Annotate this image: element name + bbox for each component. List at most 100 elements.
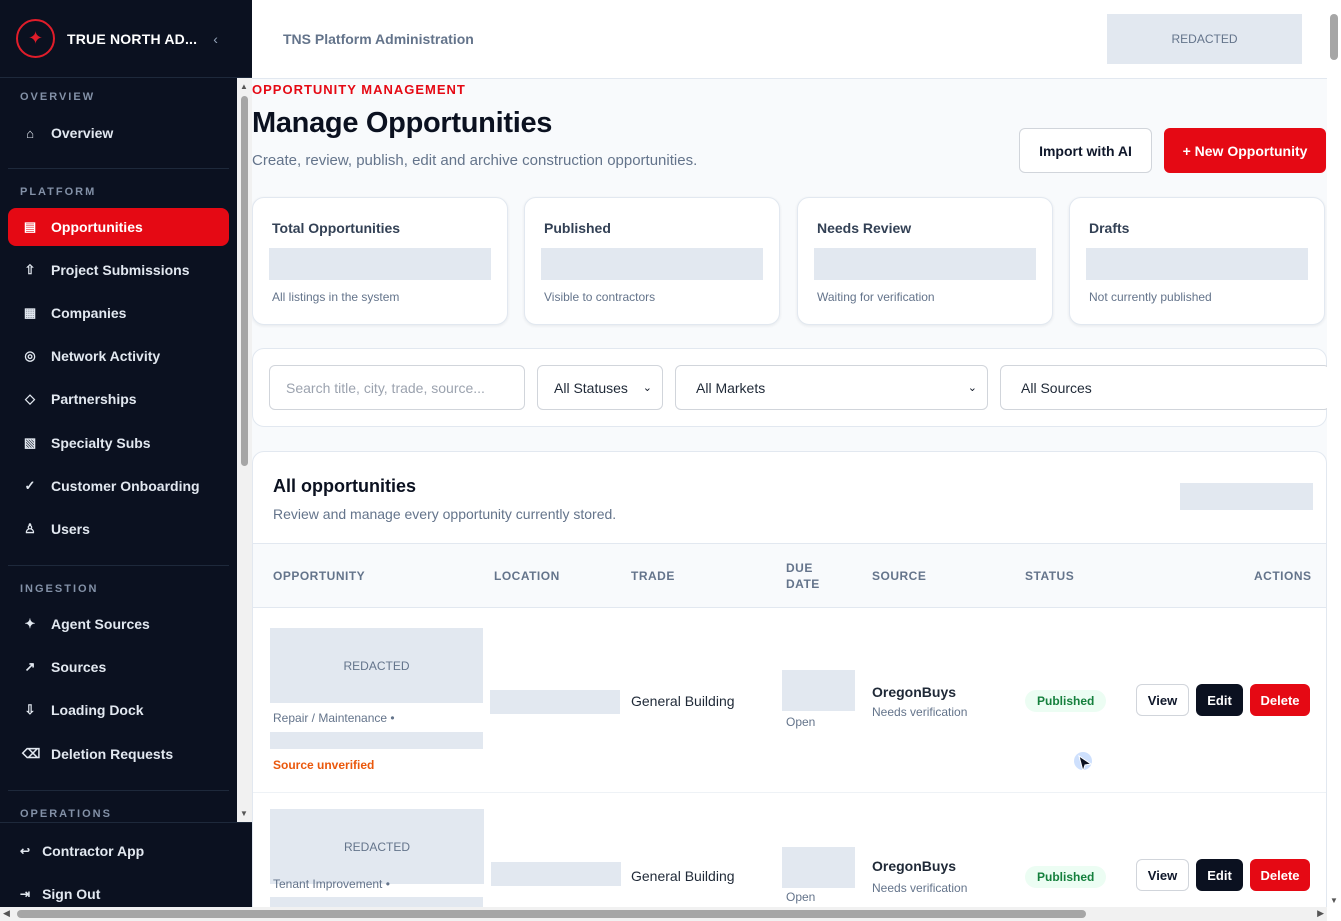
sidebar-item-label: Partnerships <box>51 391 137 407</box>
compass-logo-icon: ✦ <box>16 19 55 58</box>
scrollbar-thumb[interactable] <box>17 910 1086 918</box>
user-icon: ♙ <box>24 521 36 536</box>
stat-value-redacted <box>1086 248 1308 280</box>
source-note: Needs verification <box>872 705 968 719</box>
stat-hint: Visible to contractors <box>544 290 656 304</box>
sidebar-item-project-submissions[interactable]: ⇧ Project Submissions <box>8 251 229 289</box>
source-note: Needs verification <box>872 881 968 895</box>
divider <box>8 565 229 566</box>
sign-out-icon: ⇥ <box>20 887 31 901</box>
page-eyebrow: OPPORTUNITY MANAGEMENT <box>252 82 466 97</box>
section-platform: PLATFORM <box>20 186 97 198</box>
status-badge: Published <box>1025 866 1107 888</box>
diamond-icon: ◇ <box>25 391 35 406</box>
main-content: OPPORTUNITY MANAGEMENT Manage Opportunit… <box>252 79 1327 907</box>
sidebar-item-specialty-subs[interactable]: ▧ Specialty Subs <box>8 424 229 462</box>
sidebar-item-opportunities[interactable]: ▤ Opportunities <box>8 208 229 246</box>
sidebar-item-label: Project Submissions <box>51 262 190 278</box>
table-row[interactable]: REDACTED Tenant Improvement • General Bu… <box>253 793 1326 907</box>
sidebar-item-agent-sources[interactable]: ✦ Agent Sources <box>8 605 229 643</box>
scrollbar-thumb[interactable] <box>241 96 248 466</box>
table-title: All opportunities <box>273 476 416 496</box>
opportunity-title-redacted <box>270 732 483 749</box>
view-button[interactable]: View <box>1136 859 1189 891</box>
scroll-down-arrow-icon[interactable]: ▼ <box>1330 896 1338 905</box>
contractor-app-link[interactable]: ↩ Contractor App <box>20 843 144 859</box>
list-icon: ▤ <box>23 219 37 234</box>
sidebar-item-label: Sources <box>51 659 107 675</box>
sidebar: ✦ TRUE NORTH AD... ‹ OVERVIEW ⌂ Overview… <box>0 0 252 921</box>
sidebar-item-companies[interactable]: ▦ Companies <box>8 294 229 332</box>
view-button[interactable]: View <box>1136 684 1189 716</box>
opportunity-category: Tenant Improvement • <box>273 877 390 891</box>
market-select-value: All Markets <box>696 379 766 396</box>
col-source[interactable]: SOURCE <box>872 569 926 583</box>
sidebar-item-label: Agent Sources <box>51 616 150 632</box>
col-due-line-2[interactable]: DATE <box>786 577 820 591</box>
sidebar-item-label: Opportunities <box>51 219 143 235</box>
stat-card-published: Published Visible to contractors <box>524 197 780 325</box>
scroll-left-arrow-icon[interactable]: ◀ <box>3 908 10 919</box>
stat-card-needs-review: Needs Review Waiting for verification <box>797 197 1053 325</box>
page-subtitle: Create, review, publish, edit and archiv… <box>252 152 698 169</box>
edit-button[interactable]: Edit <box>1196 684 1243 716</box>
col-trade[interactable]: TRADE <box>631 569 675 583</box>
sidebar-scrollbar[interactable]: ▲ ▼ <box>237 78 252 822</box>
section-operations: OPERATIONS <box>20 808 112 820</box>
location-redacted <box>491 862 621 886</box>
page-horizontal-scrollbar[interactable]: ◀ ▶ <box>0 907 1327 921</box>
sign-out-link[interactable]: ⇥ Sign Out <box>20 886 100 902</box>
new-opportunity-button[interactable]: + New Opportunity <box>1164 128 1326 173</box>
opportunity-title-redacted <box>270 897 483 907</box>
sidebar-nav: OVERVIEW ⌂ Overview PLATFORM ▤ Opportuni… <box>0 78 237 822</box>
trade-value: General Building <box>631 868 735 884</box>
delete-button[interactable]: Delete <box>1250 859 1310 891</box>
col-location[interactable]: LOCATION <box>494 569 560 583</box>
col-due-line-1[interactable]: DUE <box>786 561 813 575</box>
stat-hint: Waiting for verification <box>817 290 935 304</box>
page-title: Manage Opportunities <box>252 107 553 139</box>
sidebar-item-label: Network Activity <box>51 348 161 364</box>
market-select[interactable]: All Markets ⌄ <box>675 365 988 410</box>
page-vertical-scrollbar[interactable]: ▼ <box>1327 0 1341 907</box>
download-icon: ⇩ <box>24 702 36 717</box>
sidebar-item-partnerships[interactable]: ◇ Partnerships <box>8 380 229 418</box>
sidebar-item-deletion-requests[interactable]: ⌫ Deletion Requests <box>8 735 229 773</box>
col-opportunity[interactable]: OPPORTUNITY <box>273 569 365 583</box>
status-select[interactable]: All Statuses ⌄ <box>537 365 663 410</box>
col-status[interactable]: STATUS <box>1025 569 1074 583</box>
scroll-up-arrow-icon[interactable]: ▲ <box>240 82 248 91</box>
source-name: OregonBuys <box>872 684 957 700</box>
footer-item-label: Sign Out <box>42 886 101 902</box>
scrollbar-thumb[interactable] <box>1330 14 1338 60</box>
delete-button[interactable]: Delete <box>1250 684 1310 716</box>
search-input[interactable]: Search title, city, trade, source... <box>269 365 525 410</box>
stat-label: Needs Review <box>817 220 912 236</box>
sidebar-item-customer-onboarding[interactable]: ✓ Customer Onboarding <box>8 467 229 505</box>
erase-icon: ⌫ <box>22 746 41 761</box>
source-select[interactable]: All Sources <box>1000 365 1327 410</box>
user-menu-redacted[interactable]: REDACTED <box>1107 14 1302 64</box>
sidebar-item-label: Overview <box>51 125 114 141</box>
sidebar-item-overview[interactable]: ⌂ Overview <box>8 114 229 152</box>
scroll-down-arrow-icon[interactable]: ▼ <box>240 809 248 818</box>
import-with-ai-button[interactable]: Import with AI <box>1019 128 1152 173</box>
edit-button[interactable]: Edit <box>1196 859 1243 891</box>
due-date-redacted <box>782 670 855 711</box>
opportunity-image-redacted: REDACTED <box>270 809 484 884</box>
section-ingestion: INGESTION <box>20 583 99 595</box>
sidebar-item-network-activity[interactable]: ◎ Network Activity <box>8 337 229 375</box>
stat-value-redacted <box>541 248 763 280</box>
scroll-right-arrow-icon[interactable]: ▶ <box>1317 908 1324 919</box>
stat-card-total: Total Opportunities All listings in the … <box>252 197 508 325</box>
sidebar-item-users[interactable]: ♙ Users <box>8 510 229 548</box>
sidebar-item-sources[interactable]: ↗ Sources <box>8 648 229 686</box>
brand-name: TRUE NORTH AD... <box>67 30 198 47</box>
col-actions: ACTIONS <box>1254 569 1312 583</box>
collapse-sidebar-icon[interactable]: ‹ <box>213 31 218 47</box>
filter-bar: Search title, city, trade, source... All… <box>252 348 1327 427</box>
table-row[interactable]: REDACTED Repair / Maintenance • Source u… <box>253 608 1326 793</box>
due-status: Open <box>786 715 816 729</box>
sidebar-item-loading-dock[interactable]: ⇩ Loading Dock <box>8 691 229 729</box>
chevron-down-icon: ⌄ <box>967 382 977 394</box>
